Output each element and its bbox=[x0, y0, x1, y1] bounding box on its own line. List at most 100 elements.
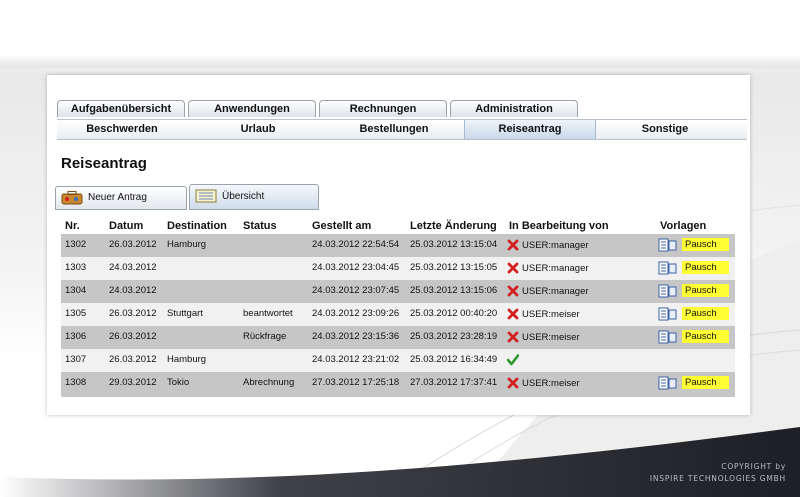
template-pausch-link[interactable]: Pausch bbox=[682, 284, 729, 297]
list-icon bbox=[195, 189, 217, 203]
table-body: 1302 26.03.2012 Hamburg 24.03.2012 22:54:54… bbox=[61, 234, 735, 395]
tab-administration[interactable]: Administration bbox=[450, 100, 578, 117]
cell-aenderung: 27.03.2012 17:37:41 bbox=[410, 377, 498, 388]
header-destination[interactable]: Destination bbox=[167, 220, 227, 232]
sub-tabs: Beschwerden Urlaub Bestellungen Reiseant… bbox=[57, 119, 747, 140]
cell-nr: 1307 bbox=[65, 354, 87, 365]
cell-gestellt: 24.03.2012 23:21:02 bbox=[312, 354, 400, 365]
cell-gestellt: 24.03.2012 23:09:26 bbox=[312, 308, 400, 319]
cell-aenderung: 25.03.2012 13:15:04 bbox=[410, 239, 498, 250]
document-icon[interactable] bbox=[658, 261, 678, 275]
copyright-line-2: INSPIRE TECHNOLOGIES GMBH bbox=[649, 474, 786, 483]
cell-gestellt: 24.03.2012 23:07:45 bbox=[312, 285, 400, 296]
x-icon bbox=[507, 308, 519, 320]
table-row[interactable]: 1304 24.03.2012 24.03.2012 23:07:45 25.03.2… bbox=[61, 280, 735, 303]
check-icon bbox=[507, 354, 519, 366]
cell-datum: 24.03.2012 bbox=[109, 262, 157, 273]
cell-datum: 26.03.2012 bbox=[109, 354, 157, 365]
header-nr[interactable]: Nr. bbox=[65, 220, 80, 232]
cell-datum: 24.03.2012 bbox=[109, 285, 157, 296]
cell-gestellt: 27.03.2012 17:25:18 bbox=[312, 377, 400, 388]
subtab-urlaub[interactable]: Urlaub bbox=[193, 120, 323, 139]
cell-bearbeitung: USER:meiser bbox=[522, 378, 580, 389]
cell-bearbeitung: USER:manager bbox=[522, 263, 589, 274]
table-row[interactable]: 1308 29.03.2012 Tokio Abrechnung 27.03.2012 … bbox=[61, 372, 735, 395]
cell-gestellt: 24.03.2012 23:04:45 bbox=[312, 262, 400, 273]
cell-nr: 1303 bbox=[65, 262, 87, 273]
new-request-label: Neuer Antrag bbox=[88, 192, 147, 203]
x-icon bbox=[507, 377, 519, 389]
cell-aenderung: 25.03.2012 13:15:05 bbox=[410, 262, 498, 273]
table-header: Nr. Datum Destination Status Gestellt am… bbox=[61, 212, 735, 234]
header-aenderung[interactable]: Letzte Änderung bbox=[410, 220, 497, 232]
header-bearbeitung[interactable]: In Bearbeitung von bbox=[509, 220, 609, 232]
suitcase-icon bbox=[61, 191, 83, 205]
cell-gestellt: 24.03.2012 22:54:54 bbox=[312, 239, 400, 250]
cell-bearbeitung: USER:manager bbox=[522, 286, 589, 297]
document-icon[interactable] bbox=[658, 307, 678, 321]
overview-label: Übersicht bbox=[222, 191, 265, 202]
app-window: Aufgabenübersicht Anwendungen Rechnungen… bbox=[47, 75, 750, 415]
cell-bearbeitung: USER:meiser bbox=[522, 332, 580, 343]
table-bottom-divider bbox=[61, 395, 735, 397]
document-icon[interactable] bbox=[658, 330, 678, 344]
new-request-button[interactable]: Neuer Antrag bbox=[55, 186, 187, 210]
cell-nr: 1305 bbox=[65, 308, 87, 319]
subtab-bestellungen[interactable]: Bestellungen bbox=[329, 120, 459, 139]
cell-destination: Stuttgart bbox=[167, 308, 203, 319]
table-row[interactable]: 1302 26.03.2012 Hamburg 24.03.2012 22:54:54… bbox=[61, 234, 735, 257]
table-row[interactable]: 1305 26.03.2012 Stuttgart beantwortet 24.03.… bbox=[61, 303, 735, 326]
page-title: Reiseantrag bbox=[61, 155, 147, 172]
x-icon bbox=[507, 331, 519, 343]
cell-aenderung: 25.03.2012 16:34:49 bbox=[410, 354, 498, 365]
x-icon bbox=[507, 239, 519, 251]
overview-button[interactable]: Übersicht bbox=[189, 184, 319, 210]
requests-table: Nr. Datum Destination Status Gestellt am… bbox=[61, 212, 735, 395]
table-row[interactable]: 1306 26.03.2012 Rückfrage 24.03.2012 23:15:… bbox=[61, 326, 735, 349]
cell-datum: 29.03.2012 bbox=[109, 377, 157, 388]
tab-anwendungen[interactable]: Anwendungen bbox=[188, 100, 316, 117]
x-icon bbox=[507, 285, 519, 297]
x-icon bbox=[507, 262, 519, 274]
cell-nr: 1302 bbox=[65, 239, 87, 250]
template-pausch-link[interactable]: Pausch bbox=[682, 307, 729, 320]
subtab-sonstige[interactable]: Sonstige bbox=[600, 120, 730, 139]
document-icon[interactable] bbox=[658, 284, 678, 298]
cell-nr: 1306 bbox=[65, 331, 87, 342]
subtab-beschwerden[interactable]: Beschwerden bbox=[57, 120, 187, 139]
template-pausch-link[interactable]: Pausch bbox=[682, 238, 729, 251]
header-gestellt[interactable]: Gestellt am bbox=[312, 220, 371, 232]
document-icon[interactable] bbox=[658, 376, 678, 390]
cell-aenderung: 25.03.2012 23:28:19 bbox=[410, 331, 498, 342]
copyright-line-1: COPYRIGHT by bbox=[721, 462, 786, 471]
template-pausch-link[interactable]: Pausch bbox=[682, 330, 729, 343]
cell-nr: 1308 bbox=[65, 377, 87, 388]
template-pausch-link[interactable]: Pausch bbox=[682, 376, 729, 389]
header-status[interactable]: Status bbox=[243, 220, 277, 232]
cell-gestellt: 24.03.2012 23:15:36 bbox=[312, 331, 400, 342]
cell-destination: Hamburg bbox=[167, 239, 207, 250]
cell-bearbeitung: USER:manager bbox=[522, 240, 589, 251]
cell-datum: 26.03.2012 bbox=[109, 331, 157, 342]
cell-destination: Hamburg bbox=[167, 354, 207, 365]
template-pausch-link[interactable]: Pausch bbox=[682, 261, 729, 274]
cell-status: Rückfrage bbox=[243, 331, 287, 342]
cell-datum: 26.03.2012 bbox=[109, 239, 157, 250]
subtab-reiseantrag[interactable]: Reiseantrag bbox=[464, 120, 596, 139]
header-datum[interactable]: Datum bbox=[109, 220, 143, 232]
cell-bearbeitung: USER:meiser bbox=[522, 309, 580, 320]
header-vorlagen[interactable]: Vorlagen bbox=[660, 220, 706, 232]
cell-status: beantwortet bbox=[243, 308, 293, 319]
cell-destination: Tokio bbox=[167, 377, 190, 388]
table-row[interactable]: 1303 24.03.2012 24.03.2012 23:04:45 25.03.2… bbox=[61, 257, 735, 280]
cell-datum: 26.03.2012 bbox=[109, 308, 157, 319]
cell-aenderung: 25.03.2012 13:15:06 bbox=[410, 285, 498, 296]
tab-rechnungen[interactable]: Rechnungen bbox=[319, 100, 447, 117]
copyright-notice: COPYRIGHT by INSPIRE TECHNOLOGIES GMBH bbox=[650, 461, 786, 485]
cell-status: Abrechnung bbox=[243, 377, 295, 388]
document-icon[interactable] bbox=[658, 238, 678, 252]
tab-aufgabenuebersicht[interactable]: Aufgabenübersicht bbox=[57, 100, 185, 117]
cell-nr: 1304 bbox=[65, 285, 87, 296]
table-row[interactable]: 1307 26.03.2012 Hamburg 24.03.2012 23:21:02… bbox=[61, 349, 735, 372]
cell-aenderung: 25.03.2012 00:40:20 bbox=[410, 308, 498, 319]
